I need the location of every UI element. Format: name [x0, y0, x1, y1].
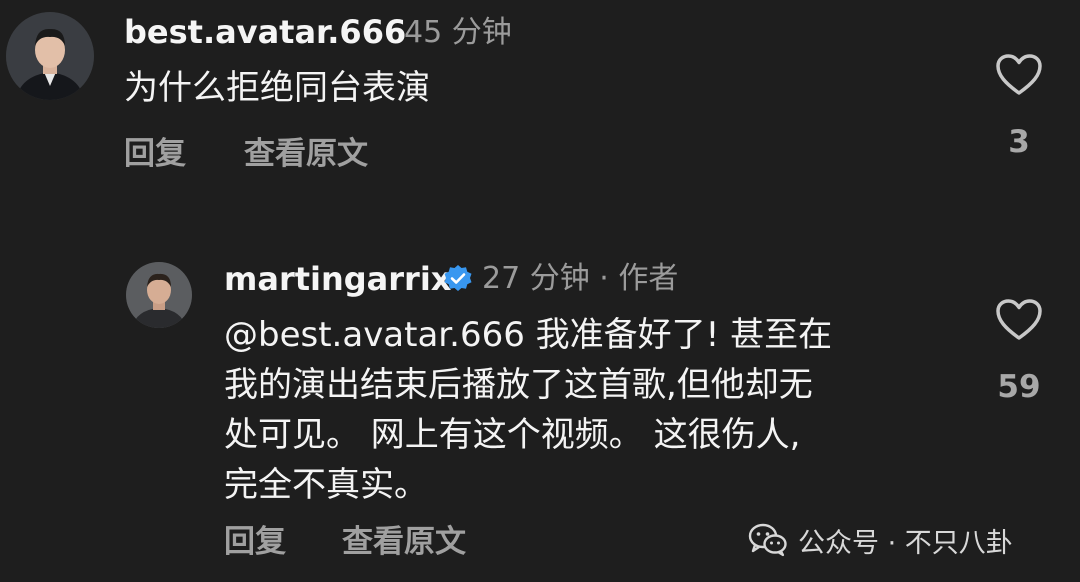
- like-count: 3: [1008, 124, 1030, 160]
- avatar[interactable]: [126, 262, 192, 328]
- comment-time: 27 分钟 · 作者: [482, 261, 679, 296]
- reply-button[interactable]: 回复: [124, 134, 186, 174]
- wechat-icon: [748, 523, 788, 557]
- comment-text-line: 完全不真实。: [224, 465, 428, 505]
- avatar[interactable]: [6, 12, 94, 100]
- comment-time: 45 分钟: [404, 15, 512, 50]
- like-button[interactable]: [995, 53, 1043, 97]
- heart-icon: [996, 299, 1042, 340]
- reply-button[interactable]: 回复: [224, 522, 286, 562]
- comment-username[interactable]: best.avatar.666: [124, 12, 406, 52]
- heart-icon: [996, 54, 1042, 95]
- comment-text: 为什么拒绝同台表演: [124, 68, 430, 108]
- view-original-button[interactable]: 查看原文: [342, 522, 466, 562]
- watermark-text: 公众号 · 不只八卦: [798, 527, 1013, 559]
- user-avatar-icon: [6, 12, 94, 100]
- verified-badge-icon: [443, 264, 473, 294]
- comment-text-line: 处可见。 网上有这个视频。 这很伤人,: [224, 415, 801, 455]
- comment-username[interactable]: martingarrix: [224, 259, 451, 299]
- user-avatar-icon: [126, 262, 192, 328]
- comment-text-line: @best.avatar.666 我准备好了! 甚至在: [224, 315, 833, 355]
- view-original-button[interactable]: 查看原文: [244, 134, 368, 174]
- watermark: 公众号 · 不只八卦: [748, 520, 1013, 560]
- comment-text-line: 我的演出结束后播放了这首歌,但他却无: [224, 365, 813, 405]
- comments-screen: best.avatar.666 45 分钟 为什么拒绝同台表演 回复 查看原文 …: [0, 0, 1080, 582]
- like-button[interactable]: [995, 298, 1043, 342]
- like-count: 59: [997, 369, 1041, 405]
